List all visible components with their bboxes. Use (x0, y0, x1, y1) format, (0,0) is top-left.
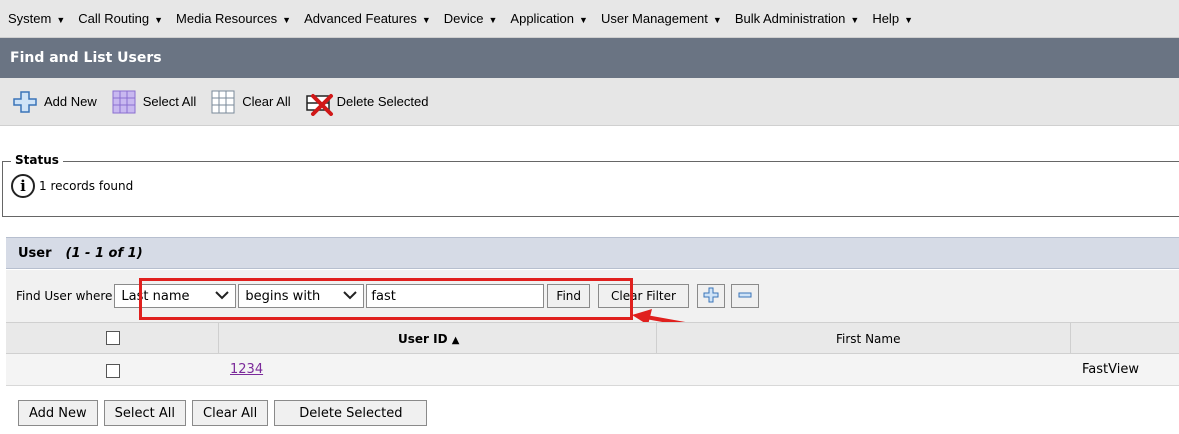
menu-user-management[interactable]: User Management ▼ (601, 11, 722, 26)
chevron-down-icon: ▼ (282, 15, 292, 25)
chevron-down-icon: ▼ (154, 15, 164, 25)
table-header: User ID ▲ First Name (6, 322, 1179, 354)
grid-clear-icon (210, 90, 236, 114)
info-icon: i (11, 174, 35, 198)
chevron-down-icon: ▼ (579, 15, 588, 25)
clear-all-button[interactable]: Clear All (192, 400, 269, 426)
status-panel: Status i 1 records found (2, 153, 1179, 217)
chevron-down-icon: ▼ (421, 15, 431, 25)
delete-x-icon (305, 90, 333, 116)
status-message: 1 records found (39, 179, 134, 193)
select-all-checkbox[interactable] (106, 331, 120, 345)
user-section-header: User (1 - 1 of 1) (6, 237, 1179, 269)
remove-filter-button[interactable] (730, 284, 759, 308)
minus-icon (737, 287, 753, 306)
menu-system[interactable]: System ▼ (8, 11, 65, 26)
menu-media-resources[interactable]: Media Resources ▼ (176, 11, 291, 26)
clear-all-toolbar-button[interactable]: Clear All (210, 90, 291, 114)
user-record-count: (1 - 1 of 1) (65, 245, 143, 261)
add-plus-icon (12, 90, 38, 114)
delete-selected-toolbar-button[interactable]: Delete Selected (305, 90, 428, 116)
grid-select-icon (111, 90, 137, 114)
row-checkbox[interactable] (106, 364, 120, 378)
menu-help[interactable]: Help ▼ (872, 11, 913, 26)
delete-selected-button[interactable]: Delete Selected (274, 400, 428, 426)
user-section-title: User (18, 245, 52, 261)
menu-call-routing[interactable]: Call Routing ▼ (78, 11, 163, 26)
add-new-button[interactable]: Add New (18, 400, 98, 426)
add-new-toolbar-button[interactable]: Add New (12, 90, 97, 114)
page-title: Find and List Users (0, 38, 1179, 78)
find-user-label: Find User where (16, 289, 113, 303)
menu-device[interactable]: Device ▼ (444, 11, 498, 26)
column-header-user-id[interactable]: User ID ▲ (398, 332, 459, 346)
chevron-down-icon: ▼ (904, 15, 913, 25)
chevron-down-icon: ▼ (850, 15, 860, 25)
select-all-toolbar-button[interactable]: Select All (111, 90, 196, 114)
plus-icon (703, 287, 719, 306)
first-name-cell: FastView (1082, 362, 1139, 377)
menu-application[interactable]: Application ▼ (510, 11, 588, 26)
select-all-button[interactable]: Select All (103, 400, 187, 426)
chevron-down-icon: ▼ (56, 15, 66, 25)
toolbar: Add New Select All Clear All Delete Sele… (0, 78, 1179, 126)
top-menu-bar: System ▼ Call Routing ▼ Media Resources ▼ A… (0, 0, 1179, 38)
status-legend: Status (11, 153, 63, 167)
sort-ascending-icon: ▲ (451, 335, 460, 346)
column-header-first-name[interactable]: First Name (836, 332, 900, 346)
user-id-link[interactable]: 1234 (230, 362, 263, 377)
chevron-down-icon: ▼ (712, 15, 722, 25)
menu-bulk-administration[interactable]: Bulk Administration ▼ (735, 11, 859, 26)
chevron-down-icon: ▼ (488, 15, 498, 25)
menu-advanced-features[interactable]: Advanced Features ▼ (304, 11, 431, 26)
highlight-annotation-box (139, 278, 633, 320)
bottom-button-bar: Add New Select All Clear All Delete Sele… (18, 400, 433, 426)
table-row: 1234 FastView (6, 354, 1179, 386)
